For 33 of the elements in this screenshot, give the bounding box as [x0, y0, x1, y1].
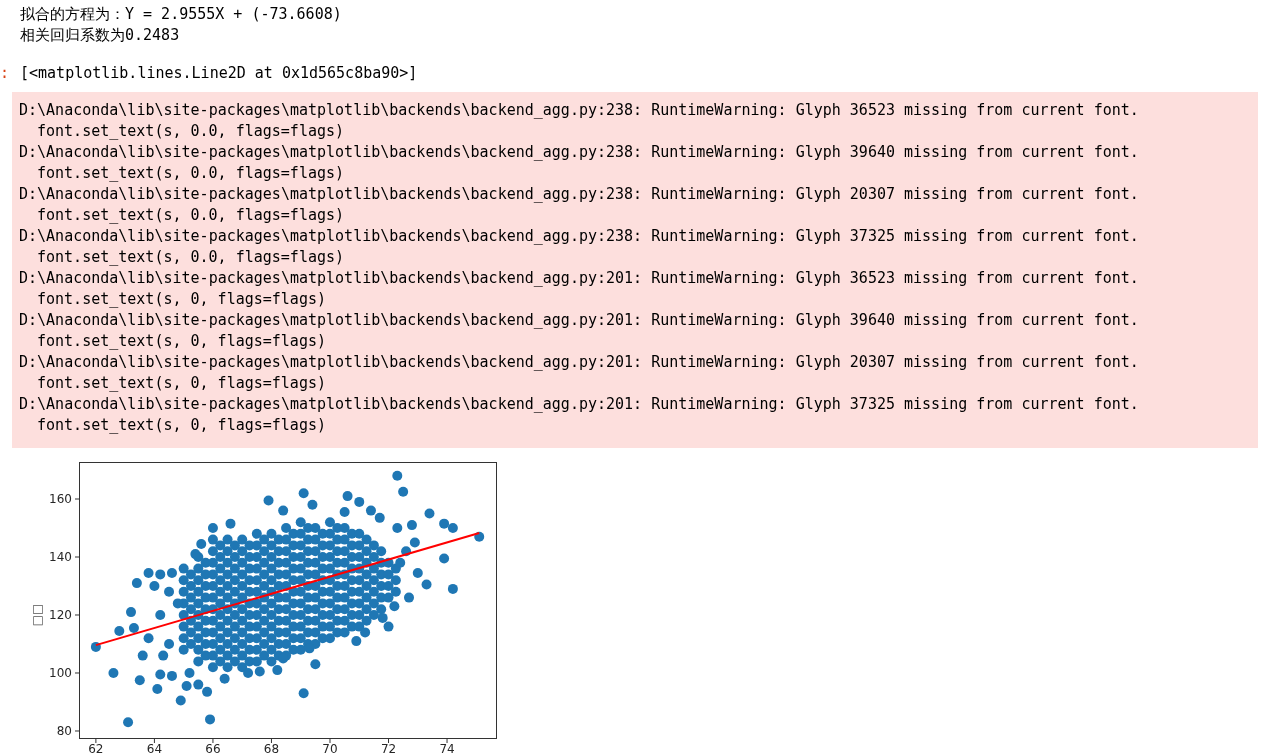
warning-code-text: font.set_text(s, 0, flags=flags)	[36, 415, 326, 436]
warning-code-text: font.set_text(s, 0.0, flags=flags)	[36, 163, 345, 184]
warning-text: D:\Anaconda\lib\site-packages\matplotlib\backends\backend_agg.py:238: RuntimeWarning: Glyph 20307 missing from current font.	[19, 184, 1139, 205]
x-tick-label: 62	[88, 742, 104, 754]
x-tick-label: 74	[439, 742, 455, 754]
x-tick-label: 68	[263, 742, 280, 754]
warning-code-text: font.set_text(s, 0.0, flags=flags)	[36, 121, 345, 142]
out-prompt: :	[0, 63, 11, 84]
output-text: 拟合的方程为：Y = 2.9555X + (-73.6608)	[20, 4, 342, 25]
y-tick-label: 80	[56, 724, 72, 738]
warning-code-text: font.set_text(s, 0, flags=flags)	[36, 373, 326, 394]
warning-code-text: font.set_text(s, 0.0, flags=flags)	[36, 247, 345, 268]
warning-code-text: font.set_text(s, 0.0, flags=flags)	[36, 205, 345, 226]
y-tick-label: 140	[49, 550, 72, 564]
x-tick-label: 66	[205, 742, 221, 754]
warning-code-text: font.set_text(s, 0, flags=flags)	[36, 289, 326, 310]
output-text: 相关回归系数为0.2483	[20, 25, 180, 46]
warning-code-text: font.set_text(s, 0, flags=flags)	[36, 331, 326, 352]
y-axis-label: □□	[30, 603, 44, 627]
y-tick-label: 120	[49, 608, 72, 622]
warning-text: D:\Anaconda\lib\site-packages\matplotlib\backends\backend_agg.py:201: RuntimeWarning: Glyph 39640 missing from current font.	[19, 310, 1139, 331]
y-tick-label: 100	[49, 666, 72, 680]
result-text: [<matplotlib.lines.Line2D at 0x1d565c8ba90>]	[20, 63, 418, 84]
warning-text: D:\Anaconda\lib\site-packages\matplotlib\backends\backend_agg.py:201: RuntimeWarning: Glyph 37325 missing from current font.	[19, 394, 1139, 415]
warning-text: D:\Anaconda\lib\site-packages\matplotlib\backends\backend_agg.py:238: RuntimeWarning: Glyph 37325 missing from current font.	[19, 226, 1139, 247]
x-tick-label: 70	[322, 742, 338, 754]
x-tick-label: 64	[146, 742, 163, 754]
y-tick-label: 160	[49, 492, 72, 506]
warning-text: D:\Anaconda\lib\site-packages\matplotlib\backends\backend_agg.py:238: RuntimeWarning: Glyph 39640 missing from current font.	[19, 142, 1139, 163]
warning-text: D:\Anaconda\lib\site-packages\matplotlib\backends\backend_agg.py:238: RuntimeWarning: Glyph 36523 missing from current font.	[19, 100, 1139, 121]
x-tick-label: 72	[380, 742, 397, 754]
warning-text: D:\Anaconda\lib\site-packages\matplotlib\backends\backend_agg.py:201: RuntimeWarning: Glyph 36523 missing from current font.	[19, 268, 1139, 289]
warning-text: D:\Anaconda\lib\site-packages\matplotlib\backends\backend_agg.py:201: RuntimeWarning: Glyph 20307 missing from current font.	[19, 352, 1139, 373]
